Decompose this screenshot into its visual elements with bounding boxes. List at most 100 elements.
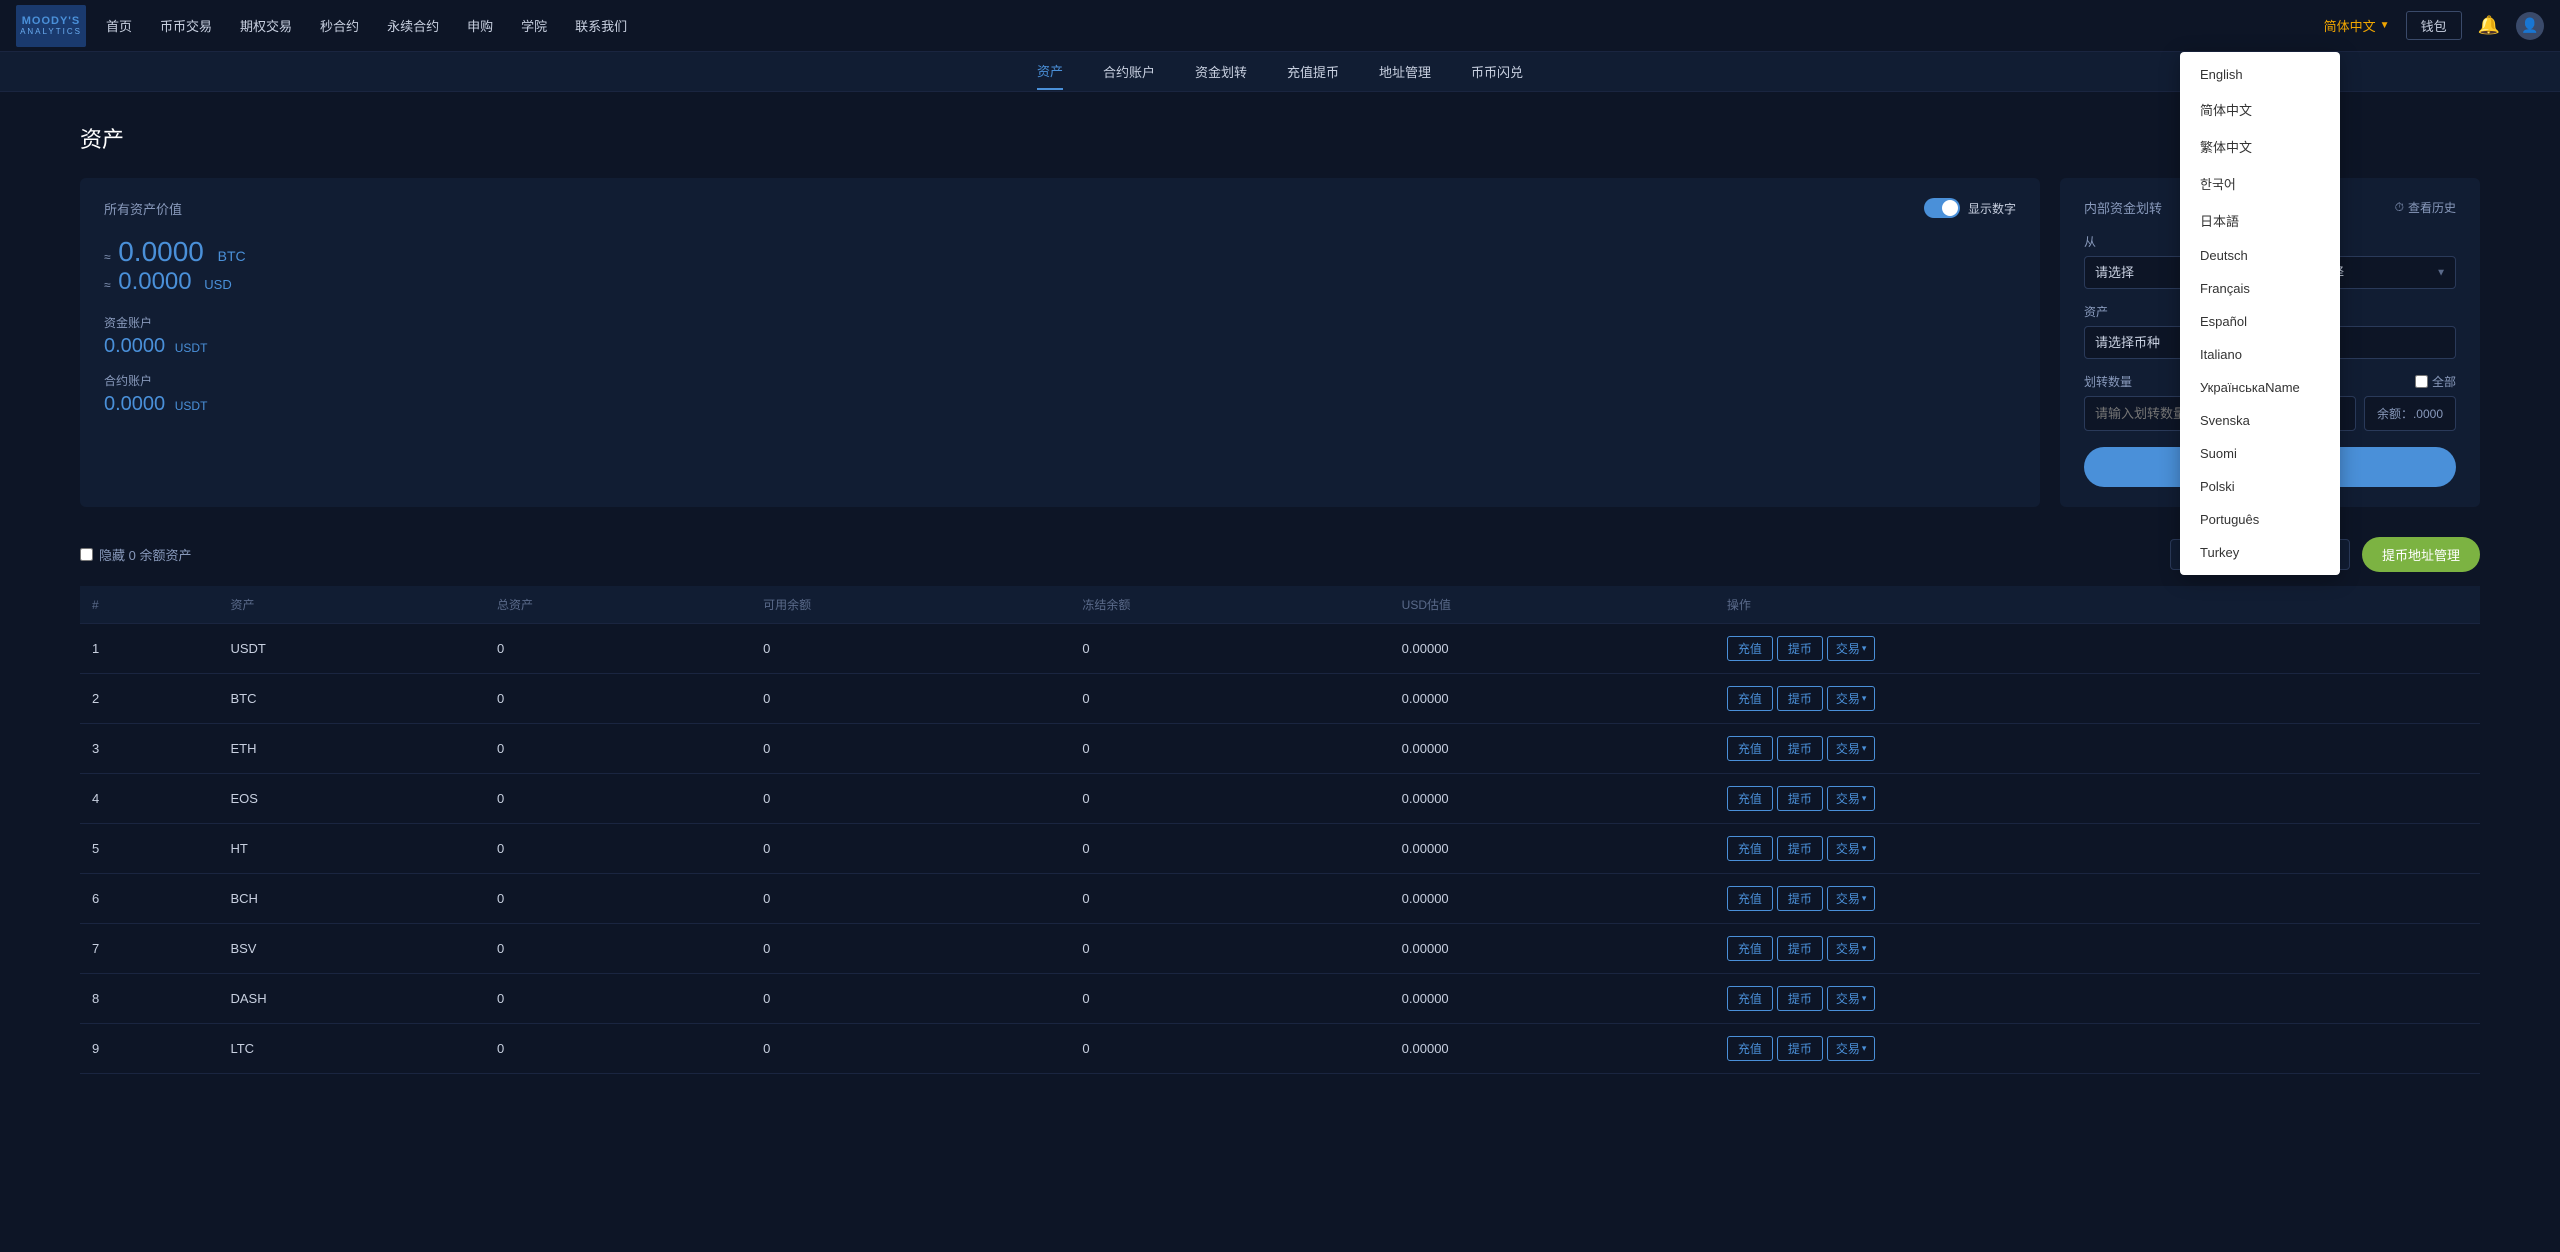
withdraw-button[interactable]: 提币 bbox=[1777, 686, 1823, 711]
trade-button[interactable]: 交易 ▾ bbox=[1827, 686, 1876, 711]
fund-account-unit: USDT bbox=[175, 341, 208, 355]
deposit-button[interactable]: 充值 bbox=[1727, 836, 1773, 861]
deposit-button[interactable]: 充值 bbox=[1727, 1036, 1773, 1061]
action-cell: 充值提币交易 ▾ bbox=[1715, 1024, 2480, 1074]
all-checkbox-label[interactable]: 全部 bbox=[2415, 373, 2456, 390]
trade-arrow-icon: ▾ bbox=[1862, 993, 1867, 1004]
content-grid: 所有资产价值 显示数字 ≈ 0.0000 BTC ≈ 0.0000 bbox=[80, 178, 2480, 507]
lang-option-Español[interactable]: Español bbox=[2180, 305, 2340, 338]
trade-button[interactable]: 交易 ▾ bbox=[1827, 936, 1876, 961]
hide-zero-checkbox-label[interactable]: 隐藏 0 余额资产 bbox=[80, 545, 191, 564]
lang-option-Polski[interactable]: Polski bbox=[2180, 470, 2340, 503]
sub-nav-link-币币闪兑[interactable]: 币币闪兑 bbox=[1471, 54, 1523, 89]
table-header-总资产: 总资产 bbox=[485, 586, 751, 624]
sub-nav-link-资金划转[interactable]: 资金划转 bbox=[1195, 54, 1247, 89]
table-cell: 4 bbox=[80, 774, 218, 824]
lang-option-Italiano[interactable]: Italiano bbox=[2180, 338, 2340, 371]
trade-button[interactable]: 交易 ▾ bbox=[1827, 1036, 1876, 1061]
lang-option-日本語[interactable]: 日本語 bbox=[2180, 202, 2340, 239]
action-cell: 充值提币交易 ▾ bbox=[1715, 924, 2480, 974]
lang-option-English[interactable]: English bbox=[2180, 58, 2340, 91]
table-cell: 0.00000 bbox=[1390, 974, 1715, 1024]
trade-button[interactable]: 交易 ▾ bbox=[1827, 986, 1876, 1011]
asset-table: #资产总资产可用余额冻结余额USD估值操作 1USDT0000.00000充值提… bbox=[80, 586, 2480, 1074]
trade-button[interactable]: 交易 ▾ bbox=[1827, 636, 1876, 661]
lang-option-Suomi[interactable]: Suomi bbox=[2180, 437, 2340, 470]
show-numbers-toggle[interactable] bbox=[1924, 198, 1960, 218]
nav-link-秒合约[interactable]: 秒合约 bbox=[320, 16, 359, 35]
withdraw-button[interactable]: 提币 bbox=[1777, 786, 1823, 811]
table-cell: 2 bbox=[80, 674, 218, 724]
main-content: 资产 所有资产价值 显示数字 ≈ 0.0000 BTC bbox=[0, 92, 2560, 1104]
withdraw-button[interactable]: 提币 bbox=[1777, 886, 1823, 911]
nav-link-币币交易[interactable]: 币币交易 bbox=[160, 16, 212, 35]
action-cell: 充值提币交易 ▾ bbox=[1715, 774, 2480, 824]
nav-link-首页[interactable]: 首页 bbox=[106, 16, 132, 35]
action-cell: 充值提币交易 ▾ bbox=[1715, 824, 2480, 874]
withdraw-button[interactable]: 提币 bbox=[1777, 736, 1823, 761]
toggle-row: 显示数字 bbox=[1924, 198, 2016, 218]
table-cell: 0 bbox=[1070, 874, 1389, 924]
trade-button[interactable]: 交易 ▾ bbox=[1827, 786, 1876, 811]
table-header-冻结余额: 冻结余额 bbox=[1070, 586, 1389, 624]
nav-link-学院[interactable]: 学院 bbox=[521, 16, 547, 35]
deposit-button[interactable]: 充值 bbox=[1727, 936, 1773, 961]
deposit-button[interactable]: 充值 bbox=[1727, 686, 1773, 711]
history-link[interactable]: ⏱ 查看历史 bbox=[2395, 199, 2456, 216]
all-checkbox[interactable] bbox=[2415, 375, 2428, 388]
deposit-button[interactable]: 充值 bbox=[1727, 986, 1773, 1011]
wallet-button[interactable]: 钱包 bbox=[2406, 11, 2462, 40]
nav-link-申购[interactable]: 申购 bbox=[467, 16, 493, 35]
lang-option-Français[interactable]: Français bbox=[2180, 272, 2340, 305]
deposit-button[interactable]: 充值 bbox=[1727, 636, 1773, 661]
table-cell: 7 bbox=[80, 924, 218, 974]
trade-arrow-icon: ▾ bbox=[1862, 643, 1867, 654]
hide-zero-checkbox[interactable] bbox=[80, 548, 93, 561]
nav-link-期权交易[interactable]: 期权交易 bbox=[240, 16, 292, 35]
lang-option-Turkey[interactable]: Turkey bbox=[2180, 536, 2340, 569]
sub-nav-link-充值提币[interactable]: 充值提币 bbox=[1287, 54, 1339, 89]
trade-button[interactable]: 交易 ▾ bbox=[1827, 836, 1876, 861]
lang-option-繁体中文[interactable]: 繁体中文 bbox=[2180, 128, 2340, 165]
table-header-资产: 资产 bbox=[218, 586, 485, 624]
lang-option-简体中文[interactable]: 简体中文 bbox=[2180, 91, 2340, 128]
asset-card-title: 所有资产价值 bbox=[104, 199, 182, 218]
deposit-button[interactable]: 充值 bbox=[1727, 736, 1773, 761]
action-cell: 充值提币交易 ▾ bbox=[1715, 674, 2480, 724]
asset-value-card: 所有资产价值 显示数字 ≈ 0.0000 BTC ≈ 0.0000 bbox=[80, 178, 2040, 507]
sub-nav-link-地址管理[interactable]: 地址管理 bbox=[1379, 54, 1431, 89]
table-cell: 0 bbox=[485, 974, 751, 1024]
lang-option-한국어[interactable]: 한국어 bbox=[2180, 165, 2340, 202]
withdraw-button[interactable]: 提币 bbox=[1777, 836, 1823, 861]
trade-button[interactable]: 交易 ▾ bbox=[1827, 736, 1876, 761]
withdraw-button[interactable]: 提币 bbox=[1777, 986, 1823, 1011]
trade-arrow-icon: ▾ bbox=[1862, 743, 1867, 754]
trade-button[interactable]: 交易 ▾ bbox=[1827, 886, 1876, 911]
lang-switch-button[interactable]: 简体中文 ▼ bbox=[2324, 16, 2390, 35]
notification-bell-icon[interactable]: 🔔 bbox=[2478, 15, 2500, 36]
history-label: 查看历史 bbox=[2408, 199, 2456, 216]
trade-arrow-icon: ▾ bbox=[1862, 693, 1867, 704]
sub-nav-link-合约账户[interactable]: 合约账户 bbox=[1103, 54, 1155, 89]
addr-management-button[interactable]: 提币地址管理 bbox=[2362, 537, 2480, 572]
lang-option-Svenska[interactable]: Svenska bbox=[2180, 404, 2340, 437]
usd-approx: ≈ bbox=[104, 278, 111, 292]
withdraw-button[interactable]: 提币 bbox=[1777, 636, 1823, 661]
avatar[interactable]: 👤 bbox=[2516, 12, 2544, 40]
table-row: 1USDT0000.00000充值提币交易 ▾ bbox=[80, 624, 2480, 674]
table-cell: 0.00000 bbox=[1390, 774, 1715, 824]
lang-option-УкраїнськаName[interactable]: УкраїнськаName bbox=[2180, 371, 2340, 404]
lang-option-Português[interactable]: Português bbox=[2180, 503, 2340, 536]
deposit-button[interactable]: 充值 bbox=[1727, 886, 1773, 911]
table-header-USD估值: USD估值 bbox=[1390, 586, 1715, 624]
deposit-button[interactable]: 充值 bbox=[1727, 786, 1773, 811]
nav-link-永续合约[interactable]: 永续合约 bbox=[387, 16, 439, 35]
lang-option-Deutsch[interactable]: Deutsch bbox=[2180, 239, 2340, 272]
hide-zero-label: 隐藏 0 余额资产 bbox=[99, 545, 191, 564]
sub-nav-link-资产[interactable]: 资产 bbox=[1037, 53, 1063, 90]
nav-link-联系我们[interactable]: 联系我们 bbox=[575, 16, 627, 35]
btc-value: 0.0000 BTC bbox=[118, 236, 245, 267]
withdraw-button[interactable]: 提币 bbox=[1777, 1036, 1823, 1061]
toggle-label: 显示数字 bbox=[1968, 200, 2016, 217]
withdraw-button[interactable]: 提币 bbox=[1777, 936, 1823, 961]
